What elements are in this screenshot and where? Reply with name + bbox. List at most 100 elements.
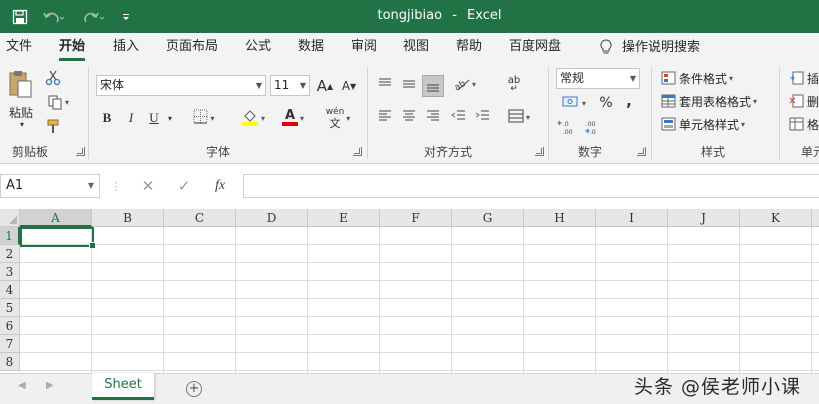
- column-header[interactable]: J: [668, 209, 740, 227]
- tab-home[interactable]: 开始: [59, 33, 86, 61]
- align-right-icon[interactable]: [424, 107, 442, 125]
- borders-icon: [193, 109, 208, 127]
- column-header[interactable]: D: [236, 209, 308, 227]
- row-header[interactable]: 6: [0, 317, 20, 335]
- fill-bucket-icon: [241, 108, 259, 129]
- copy-icon[interactable]: ▾: [42, 93, 74, 111]
- column-header[interactable]: B: [92, 209, 164, 227]
- borders-button[interactable]: ▾: [188, 107, 220, 129]
- scroll-tabs-left-icon[interactable]: ◀: [18, 380, 26, 391]
- name-box[interactable]: A1 ▼: [0, 174, 100, 198]
- cut-icon[interactable]: [42, 69, 64, 87]
- align-bottom-icon[interactable]: [422, 75, 444, 97]
- row-header[interactable]: 4: [0, 281, 20, 299]
- underline-dropdown-icon[interactable]: ▾: [164, 107, 176, 129]
- decrease-indent-icon[interactable]: [449, 107, 467, 125]
- svg-text:.00: .00: [586, 121, 596, 128]
- tell-me-search[interactable]: 操作说明搜索: [600, 33, 700, 61]
- group-divider: [651, 67, 652, 159]
- enter-icon[interactable]: ✓: [172, 174, 196, 198]
- align-middle-icon[interactable]: [400, 75, 418, 93]
- tab-view[interactable]: 视图: [403, 33, 429, 61]
- tab-data[interactable]: 数据: [298, 33, 324, 61]
- format-painter-icon[interactable]: [42, 117, 64, 135]
- orientation-icon[interactable]: ab ▾: [450, 75, 480, 93]
- tab-baidu-netdisk[interactable]: 百度网盘: [509, 33, 561, 61]
- format-as-table-button[interactable]: 套用表格格式 ▾: [660, 90, 757, 112]
- column-header[interactable]: A: [20, 209, 92, 227]
- alignment-group-label: 对齐方式: [424, 145, 473, 159]
- tab-formulas[interactable]: 公式: [245, 33, 271, 61]
- font-launcher-icon[interactable]: [353, 147, 362, 156]
- row-header[interactable]: 8: [0, 353, 20, 371]
- font-name-combo[interactable]: 宋体 ▼: [96, 75, 266, 96]
- grow-font-button[interactable]: A ▲: [314, 75, 336, 97]
- number-launcher-icon[interactable]: [637, 147, 646, 156]
- active-cell-a1[interactable]: [20, 227, 96, 249]
- row-header[interactable]: 1: [0, 227, 20, 245]
- underline-button[interactable]: U: [145, 107, 163, 129]
- italic-button[interactable]: I: [122, 107, 140, 129]
- format-as-table-label: 套用表格格式: [679, 94, 752, 109]
- insert-cells-button[interactable]: 插: [788, 67, 819, 89]
- font-group-label: 字体: [206, 145, 231, 159]
- formula-input[interactable]: [243, 174, 819, 198]
- fill-color-button[interactable]: ▾: [236, 107, 270, 129]
- column-header[interactable]: C: [164, 209, 236, 227]
- group-divider: [88, 67, 89, 159]
- cancel-icon[interactable]: ✕: [136, 174, 160, 198]
- column-header[interactable]: G: [452, 209, 524, 227]
- comma-style-button[interactable]: ,: [622, 91, 636, 111]
- chevron-down-icon: ▼: [255, 81, 262, 90]
- font-color-button[interactable]: A ▾: [276, 107, 310, 129]
- column-header[interactable]: K: [740, 209, 812, 227]
- phonetic-guide-button[interactable]: wén 文 ▾: [320, 105, 356, 131]
- percent-button[interactable]: %: [596, 93, 616, 113]
- document-name: tongjibiao: [377, 8, 443, 23]
- merge-center-button[interactable]: ▾: [502, 107, 536, 127]
- column-header[interactable]: I: [596, 209, 668, 227]
- tab-file[interactable]: 文件: [6, 33, 32, 61]
- delete-cells-button[interactable]: 删: [788, 90, 819, 112]
- shrink-font-button[interactable]: A ▼: [338, 75, 360, 97]
- tab-review[interactable]: 审阅: [351, 33, 377, 61]
- conditional-formatting-button[interactable]: 条件格式 ▾: [660, 67, 733, 89]
- alignment-launcher-icon[interactable]: [535, 147, 544, 156]
- wrap-text-button[interactable]: ab ↵: [504, 75, 524, 95]
- formula-bar-grip-icon[interactable]: ⋮: [110, 174, 122, 198]
- align-left-icon[interactable]: [376, 107, 394, 125]
- increase-decimal-icon[interactable]: .0.00: [556, 117, 578, 137]
- currency-icon: [562, 95, 580, 112]
- tab-help[interactable]: 帮助: [456, 33, 482, 61]
- column-header[interactable]: E: [308, 209, 380, 227]
- column-header[interactable]: F: [380, 209, 452, 227]
- increase-indent-icon[interactable]: [473, 107, 491, 125]
- font-size-combo[interactable]: 11 ▼: [270, 75, 310, 96]
- insert-function-icon[interactable]: fx: [206, 174, 234, 198]
- row-header[interactable]: 5: [0, 299, 20, 317]
- paste-dropdown-icon[interactable]: ▾: [18, 119, 26, 129]
- accounting-format-button[interactable]: ▾: [556, 93, 592, 113]
- cell-styles-button[interactable]: 单元格样式 ▾: [660, 113, 745, 135]
- select-all-button[interactable]: [0, 209, 20, 227]
- row-header[interactable]: 2: [0, 245, 20, 263]
- column-header[interactable]: H: [524, 209, 596, 227]
- scroll-tabs-right-icon[interactable]: ▶: [46, 380, 54, 391]
- row-header[interactable]: 7: [0, 335, 20, 353]
- align-center-icon[interactable]: [400, 107, 418, 125]
- paste-icon[interactable]: [6, 67, 34, 101]
- font-color-icon: A: [281, 109, 298, 126]
- align-top-icon[interactable]: [376, 75, 394, 93]
- format-cells-button[interactable]: 格: [788, 113, 819, 135]
- chevron-down-icon: ▼: [629, 74, 636, 83]
- row-header[interactable]: 3: [0, 263, 20, 281]
- decrease-decimal-icon[interactable]: .00.0: [582, 117, 604, 137]
- tab-page-layout[interactable]: 页面布局: [166, 33, 218, 61]
- cell-area[interactable]: [20, 227, 819, 373]
- tab-insert[interactable]: 插入: [113, 33, 139, 61]
- clipboard-launcher-icon[interactable]: [76, 147, 85, 156]
- bold-button[interactable]: B: [98, 107, 116, 129]
- add-sheet-icon[interactable]: +: [186, 381, 202, 397]
- sheet-tab[interactable]: Sheet: [92, 373, 154, 400]
- number-format-combo[interactable]: 常规 ▼: [556, 68, 640, 89]
